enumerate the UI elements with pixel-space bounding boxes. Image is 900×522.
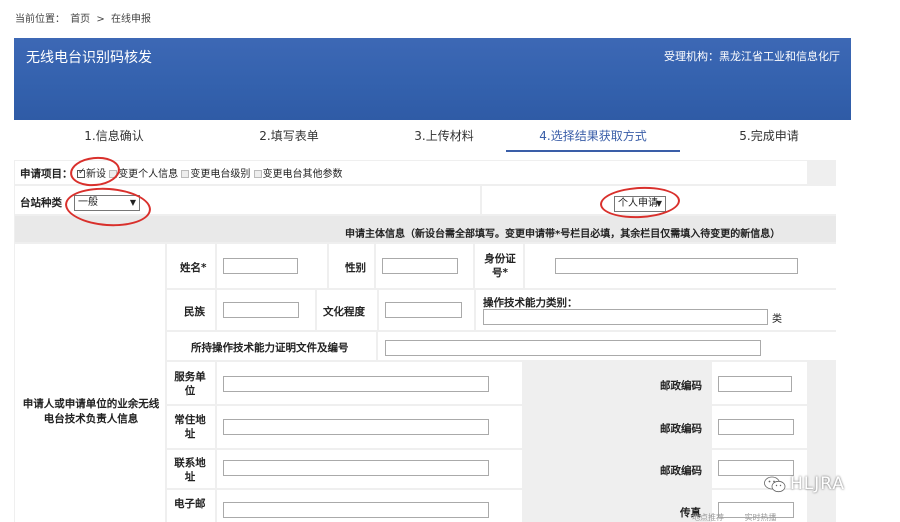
ethnic-label: 民族: [184, 306, 205, 318]
project-label: 申请项目：: [20, 168, 73, 180]
option-change-params-label: 变更电台其他参数: [262, 169, 343, 180]
contact-postal-label: 邮政编码: [660, 465, 702, 477]
side-label: 申请人或申请单位的业余无线电台技术负责人信息: [22, 398, 160, 425]
work-label: 服务单位: [174, 371, 206, 397]
station-type-label: 台站种类: [20, 197, 62, 209]
contact-input[interactable]: [223, 460, 489, 476]
cert-label: 所持操作技术能力证明文件及编号: [191, 342, 349, 354]
gender-input[interactable]: [382, 258, 458, 274]
bottom-right-text: 实时热播: [744, 513, 777, 522]
address-label: 常住地址: [174, 414, 206, 440]
side-label-cell: [15, 244, 165, 522]
page-title: 无线电台识别码核发: [26, 50, 152, 66]
id-number-input[interactable]: [555, 258, 798, 274]
checkbox-change-level[interactable]: [181, 170, 190, 178]
contact-label: 联系地址: [174, 457, 206, 483]
option-change-personal-label: 变更个人信息: [118, 169, 179, 180]
skill-suffix: 类: [772, 314, 782, 325]
breadcrumb-label: 当前位置：: [15, 14, 65, 25]
education-input[interactable]: [385, 302, 462, 318]
step-5: 5.完成申请: [739, 129, 799, 143]
section-title: 申请主体信息（新设台需全部填写。变更申请带*号栏目必填，其余栏目仅需填入待变更的…: [345, 229, 781, 240]
step-1: 1.信息确认: [84, 129, 144, 143]
work-unit-input[interactable]: [223, 376, 489, 392]
education-label: 文化程度: [323, 306, 365, 318]
address-postal-input[interactable]: [718, 419, 794, 435]
name-input[interactable]: [223, 258, 298, 274]
watermark-text: HLJRA: [790, 474, 846, 494]
email-label: 电子邮: [174, 498, 206, 510]
cert-input[interactable]: [385, 340, 761, 356]
agency-label: 受理机构：黑龙江省工业和信息化厅: [664, 50, 840, 63]
step-3: 3.上传材料: [414, 129, 474, 143]
breadcrumb-home-link[interactable]: 首页: [70, 14, 90, 25]
work-postal-input[interactable]: [718, 376, 792, 392]
step-4-active: 4.选择结果获取方式: [506, 122, 680, 152]
step-tabs: 1.信息确认 2.填写表单 3.上传材料 4.选择结果获取方式 5.完成申请: [14, 122, 851, 154]
address-input[interactable]: [223, 419, 489, 435]
option-change-level-label: 变更电台级别: [190, 169, 251, 180]
work-postal-label: 邮政编码: [660, 380, 702, 392]
skill-input[interactable]: [483, 309, 768, 325]
breadcrumb-current: 在线申报: [110, 14, 151, 25]
breadcrumb-separator: >: [96, 14, 105, 25]
checkbox-change-params[interactable]: [253, 170, 262, 178]
email-input[interactable]: [223, 502, 489, 518]
wechat-icon: [764, 476, 786, 493]
bottom-strip: 地点推荐 实时热播: [670, 512, 900, 522]
bottom-left-text: 地点推荐: [692, 513, 724, 522]
step-2: 2.填写表单: [259, 129, 319, 143]
name-label: 姓名*: [180, 262, 207, 274]
gender-label: 性别: [345, 262, 366, 274]
address-postal-label: 邮政编码: [660, 423, 702, 435]
skill-label: 操作技术能力类别：: [483, 297, 578, 309]
breadcrumb: 当前位置： 首页 > 在线申报: [15, 10, 151, 25]
ethnic-input[interactable]: [223, 302, 299, 318]
contact-postal-input[interactable]: [718, 460, 794, 476]
id-label: 身份证号*: [484, 253, 516, 279]
